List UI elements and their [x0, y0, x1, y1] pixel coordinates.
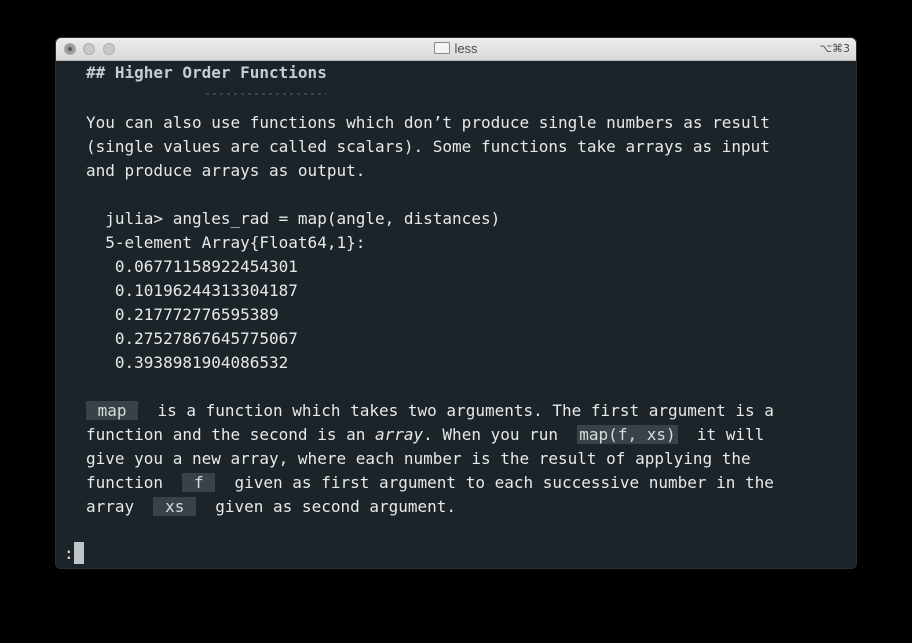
code-output-value: 0.27527867645775067 — [86, 329, 298, 348]
code-line: 5-element Array{Float64,1}: — [86, 233, 366, 252]
section-heading: ## Higher Order Functions — [86, 63, 327, 82]
paragraph-line: function f given as first argument to ea… — [86, 471, 774, 495]
less-prompt[interactable]: : — [64, 542, 84, 566]
text-cursor — [73, 542, 84, 564]
window-title-text: less — [454, 41, 478, 56]
paragraph-line: and produce arrays as output. — [86, 161, 366, 180]
inline-code: map — [86, 401, 139, 420]
paragraph-text: function — [86, 473, 183, 492]
code-output-value: 0.217772776595389 — [86, 305, 279, 324]
paragraph-line: array xs given as second argument. — [86, 495, 456, 519]
paragraph-text: array — [86, 497, 154, 516]
inline-code: xs — [153, 497, 196, 516]
terminal-content[interactable]: ## Higher Order Functions You can also u… — [56, 61, 856, 568]
code-output-value: 0.3938981904086532 — [86, 353, 289, 372]
paragraph-line: function and the second is an array. Whe… — [86, 423, 764, 447]
paragraph-text: function and the second is an — [86, 425, 375, 444]
code-line: julia> angles_rad = map(angle, distances… — [86, 209, 501, 228]
title-bar: less ⌥⌘3 — [56, 38, 856, 61]
emphasis-text: array — [374, 425, 424, 444]
prompt-colon: : — [64, 544, 74, 563]
inline-code: f — [182, 473, 216, 492]
terminal-window: less ⌥⌘3 ## Higher Order Functions You c… — [56, 38, 856, 568]
paragraph-text: is a function which takes two arguments.… — [138, 401, 774, 420]
paragraph-text: given as second argument. — [195, 497, 457, 516]
paragraph-text: . When you run — [423, 425, 578, 444]
paragraph-line: You can also use functions which don’t p… — [86, 113, 770, 132]
paragraph-line: (single values are called scalars). Some… — [86, 137, 770, 156]
paragraph-line: give you a new array, where each number … — [86, 449, 751, 468]
paragraph-text: given as first argument to each successi… — [215, 473, 774, 492]
window-shortcut: ⌥⌘3 — [819, 42, 850, 55]
inline-code: map(f, xs) — [577, 425, 678, 444]
code-output-value: 0.10196244313304187 — [86, 281, 298, 300]
code-output-value: 0.06771158922454301 — [86, 257, 298, 276]
window-title: less — [56, 38, 856, 60]
paragraph-text: it will — [677, 425, 765, 444]
paragraph-line: map is a function which takes two argume… — [86, 399, 774, 423]
document-icon — [434, 42, 451, 54]
heading-underline — [206, 93, 326, 95]
